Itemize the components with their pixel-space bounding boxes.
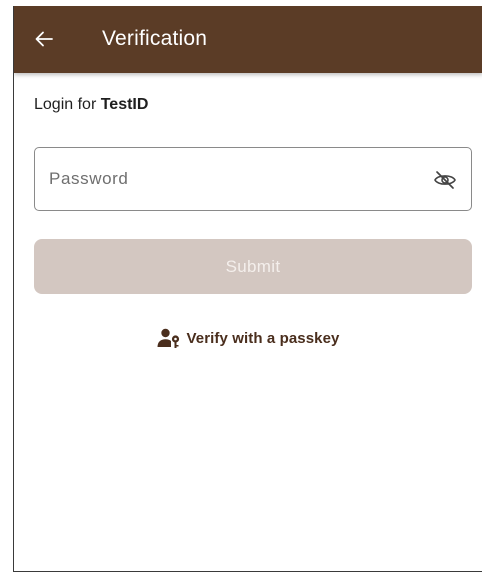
- passkey-label: Verify with a passkey: [186, 329, 340, 347]
- toggle-visibility-button[interactable]: [433, 168, 457, 192]
- login-prefix: Login for: [34, 96, 101, 113]
- login-caption: Login for TestID: [34, 95, 148, 115]
- back-button[interactable]: [32, 27, 56, 51]
- account-name: TestID: [100, 96, 149, 113]
- password-input[interactable]: [49, 166, 419, 192]
- submit-button[interactable]: Submit: [34, 239, 472, 294]
- page-title: Verification: [102, 27, 208, 50]
- verify-passkey-button[interactable]: Verify with a passkey: [14, 326, 482, 350]
- password-field: [34, 147, 472, 211]
- eye-off-icon: [434, 171, 456, 189]
- arrow-left-icon: [35, 31, 53, 47]
- app-bar: Verification: [14, 6, 482, 73]
- app-window: Verification Login for TestID Submit Ver…: [13, 6, 482, 572]
- person-key-icon: [157, 328, 180, 348]
